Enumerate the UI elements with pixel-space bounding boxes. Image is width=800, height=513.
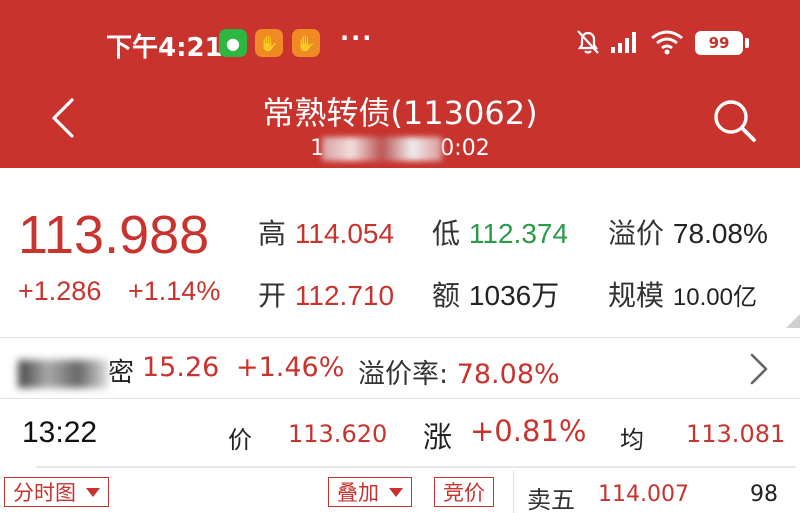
redacted-blur xyxy=(322,137,443,161)
price-change-pct: +1.14% xyxy=(128,276,221,306)
scale-label: 规模 xyxy=(608,279,665,312)
open-label: 开 xyxy=(258,279,287,312)
chart-toolbar: 分时图 叠加 竞价 卖五 114.007 98 xyxy=(0,470,800,513)
high-value: 114.054 xyxy=(294,218,395,249)
subtitle-suffix: 0:02 xyxy=(440,136,490,161)
amount-value: 1036万 xyxy=(468,280,560,311)
mute-bell-icon xyxy=(577,30,599,54)
low-item: 低 112.374 xyxy=(432,212,568,252)
overlay-dropdown[interactable]: 叠加 xyxy=(328,477,412,507)
wechat-icon: ● xyxy=(219,29,247,57)
vertical-divider xyxy=(513,470,514,513)
underlying-premium-value: 78.08% xyxy=(456,359,560,390)
redacted-blur xyxy=(18,359,108,388)
more-notifications-icon: ··· xyxy=(340,24,374,52)
overlay-label: 叠加 xyxy=(337,481,379,505)
high-item: 高 114.054 xyxy=(258,212,394,252)
amount-label: 额 xyxy=(432,279,461,312)
battery-tip xyxy=(745,38,749,48)
underlying-name-suffix: 密 xyxy=(108,358,135,388)
quote-panel: 113.988 +1.286 +1.14% 高 114.054 低 112.37… xyxy=(0,168,800,328)
underlying-price: 15.26 xyxy=(142,352,220,383)
underlying-change-pct: +1.46% xyxy=(236,352,345,383)
signal-icon xyxy=(611,32,636,53)
open-item: 开 112.710 xyxy=(258,274,394,314)
search-icon[interactable] xyxy=(710,96,758,144)
current-price: 113.988 xyxy=(18,205,210,265)
tick-change: +0.81% xyxy=(470,414,587,448)
underlying-name: 密 xyxy=(18,352,134,389)
tick-price: 113.620 xyxy=(288,420,388,448)
tick-change-label: 涨 xyxy=(423,420,453,454)
price-change: +1.286 xyxy=(18,276,102,306)
underlying-stock-row[interactable]: 密 15.26 +1.46% 溢价率: 78.08% xyxy=(0,337,800,399)
scale-value: 10.00亿 xyxy=(672,284,757,311)
low-label: 低 xyxy=(432,217,461,250)
chevron-right-icon[interactable] xyxy=(748,352,770,386)
wifi-icon xyxy=(651,30,683,55)
chart-type-dropdown[interactable]: 分时图 xyxy=(4,477,109,507)
tick-price-label: 价 xyxy=(228,426,252,454)
auction-button[interactable]: 竞价 xyxy=(434,477,494,507)
premium-item: 溢价 78.08% xyxy=(608,212,768,252)
underlying-premium: 溢价率: 78.08% xyxy=(358,352,560,391)
ask5-volume: 98 xyxy=(750,482,778,507)
chart-type-label: 分时图 xyxy=(13,481,76,505)
corner-fold-icon xyxy=(786,314,800,328)
amount-item: 额 1036万 xyxy=(432,274,559,314)
high-label: 高 xyxy=(258,217,287,250)
caret-down-icon xyxy=(389,487,403,497)
ask5-label: 卖五 xyxy=(527,486,575,513)
tick-avg: 113.081 xyxy=(686,420,786,448)
battery-icon: 99 xyxy=(695,31,743,55)
scale-item: 规模 10.00亿 xyxy=(608,274,757,314)
auction-label: 竞价 xyxy=(443,481,485,505)
row-divider xyxy=(36,466,796,468)
status-time: 下午4:21 xyxy=(106,33,223,63)
tick-avg-label: 均 xyxy=(620,426,644,454)
page-title: 常熟转债(113062) xyxy=(262,94,538,132)
crosshair-info-row: 13:22 价 113.620 涨 +0.81% 均 113.081 xyxy=(0,400,800,470)
ask5-price: 114.007 xyxy=(598,482,689,507)
header-bar: 下午4:21 ● ✋ ✋ ··· 99 常熟转债(113062) 1 0:02 xyxy=(0,0,800,168)
page-subtitle: 1 0:02 xyxy=(0,136,800,161)
app-hand-icon: ✋ xyxy=(255,29,283,57)
premium-label: 溢价 xyxy=(608,217,665,250)
low-value: 112.374 xyxy=(468,218,569,249)
app-hand-icon-2: ✋ xyxy=(292,29,320,57)
premium-value: 78.08% xyxy=(672,218,768,249)
tick-time: 13:22 xyxy=(22,416,98,449)
caret-down-icon xyxy=(86,487,100,497)
open-value: 112.710 xyxy=(294,280,395,311)
underlying-premium-label: 溢价率: xyxy=(358,359,449,390)
